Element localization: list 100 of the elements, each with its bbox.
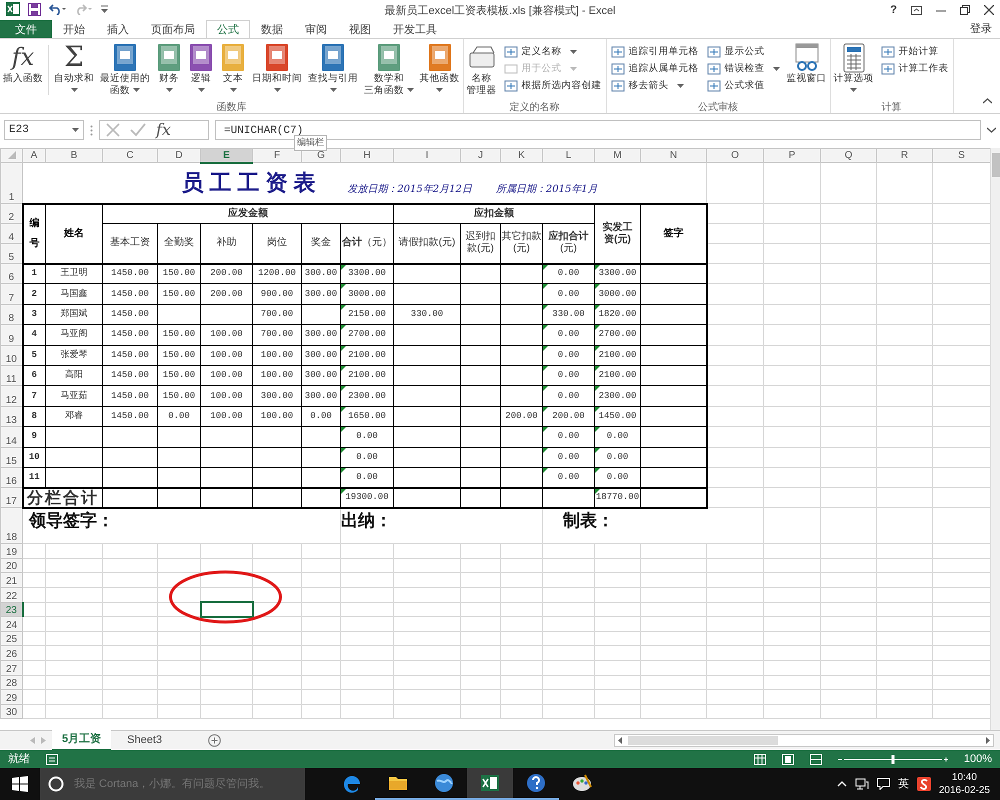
column-header[interactable]: L <box>542 148 594 162</box>
row-header[interactable]: 24 <box>0 616 22 632</box>
help-button[interactable]: ? <box>890 2 897 18</box>
collapse-ribbon-icon[interactable] <box>983 98 992 104</box>
help-icon[interactable] <box>525 772 547 794</box>
file-tab[interactable]: 文件 <box>0 20 52 38</box>
column-header[interactable]: E <box>200 148 252 162</box>
ribbon-button[interactable]: 定义名称 <box>502 43 604 60</box>
expand-caret-icon[interactable] <box>987 127 996 133</box>
zoom-level[interactable]: 100% <box>964 750 992 768</box>
row-header[interactable]: 18 <box>0 508 22 544</box>
ribbon-button[interactable]: Σ 自动求和 <box>53 41 95 99</box>
row-header[interactable]: 30 <box>0 704 22 719</box>
normal-view-icon[interactable] <box>754 754 766 764</box>
ribbon-button[interactable]: 错误检查 <box>704 60 782 77</box>
message-icon[interactable] <box>876 778 890 790</box>
column-header[interactable]: B <box>46 148 102 162</box>
ribbon-button[interactable]: 名称 管理器 <box>466 41 498 99</box>
row-header[interactable]: 9 <box>0 324 22 346</box>
ribbon-button[interactable]: fx 插入函数 <box>2 41 44 87</box>
row-header[interactable]: 13 <box>0 406 22 427</box>
column-header[interactable]: R <box>876 148 932 162</box>
ribbon-button[interactable]: 逻辑 <box>187 41 215 99</box>
row-header[interactable]: 11 <box>0 365 22 386</box>
active-cell[interactable] <box>200 602 252 617</box>
undo-icon[interactable] <box>49 3 67 15</box>
ribbon-tab[interactable]: 页面布局 <box>140 20 206 38</box>
row-header[interactable]: 20 <box>0 558 22 573</box>
column-header[interactable]: D <box>158 148 200 162</box>
row-header[interactable]: 17 <box>0 488 22 508</box>
ribbon-button[interactable]: 移去箭头 <box>608 77 701 94</box>
row-header[interactable]: 12 <box>0 386 22 406</box>
row-header[interactable]: 8 <box>0 304 22 325</box>
ribbon-tab[interactable]: 插入 <box>96 20 140 38</box>
sign-in-link[interactable]: 登录 <box>970 20 992 38</box>
ribbon-button[interactable]: 查找与引用 <box>307 41 359 99</box>
column-header[interactable]: O <box>706 148 764 162</box>
ribbon-tab[interactable]: 开始 <box>52 20 96 38</box>
check-icon[interactable] <box>130 123 146 137</box>
ribbon-button[interactable]: 其他函数 <box>418 41 461 99</box>
row-header[interactable]: 16 <box>0 467 22 488</box>
ribbon-button[interactable]: 最近使用的 函数 <box>99 41 151 99</box>
row-header[interactable]: 19 <box>0 544 22 558</box>
ribbon-button[interactable]: 显示公式 <box>704 43 782 60</box>
ribbon-button[interactable]: 开始计算 <box>878 43 951 60</box>
row-header[interactable]: 27 <box>0 660 22 676</box>
search-box[interactable]: 我是 Cortana，小娜。有问题尽管问我。 <box>40 768 305 800</box>
row-header[interactable]: 6 <box>0 264 22 284</box>
row-header[interactable]: 14 <box>0 426 22 448</box>
ribbon-button[interactable]: 根据所选内容创建 <box>502 77 604 94</box>
horizontal-scrollbar[interactable] <box>614 734 994 747</box>
add-sheet-icon[interactable] <box>208 734 221 747</box>
sheet-tab[interactable]: 5月工资 <box>52 730 112 751</box>
page-break-icon[interactable] <box>810 754 822 764</box>
restore-icon[interactable] <box>960 5 970 16</box>
ribbon-button[interactable]: 追踪从属单元格 <box>608 60 701 77</box>
save-icon[interactable] <box>28 2 41 16</box>
column-header[interactable]: S <box>932 148 990 162</box>
search-field[interactable]: 我是 Cortana，小娜。有问题尽管问我。 <box>72 774 305 794</box>
globe-icon[interactable] <box>433 772 455 794</box>
macro-record-icon[interactable] <box>46 754 58 764</box>
customize-caret-icon[interactable] <box>101 5 108 13</box>
ribbon-tab[interactable]: 公式 <box>206 20 250 38</box>
page-layout-icon[interactable] <box>782 754 794 764</box>
ribbon-button[interactable]: 文本 <box>219 41 247 99</box>
ribbon-tab[interactable]: 审阅 <box>294 20 338 38</box>
ribbon-button[interactable]: 计算工作表 <box>878 60 951 77</box>
paint-palette-icon[interactable] <box>571 772 593 794</box>
row-header[interactable]: 22 <box>0 588 22 602</box>
ribbon-button[interactable]: 计算选项 <box>832 41 875 99</box>
ribbon-display-icon[interactable] <box>911 6 922 15</box>
insert-function-button[interactable]: fx <box>156 118 171 142</box>
row-header[interactable]: 4 <box>0 224 22 244</box>
column-header[interactable]: J <box>460 148 500 162</box>
row-header[interactable]: 7 <box>0 284 22 304</box>
ribbon-tab[interactable]: 视图 <box>338 20 382 38</box>
column-header[interactable]: Q <box>820 148 876 162</box>
name-box[interactable]: E23 <box>4 120 84 140</box>
column-header[interactable]: K <box>500 148 542 162</box>
column-header[interactable]: H <box>340 148 394 162</box>
ribbon-button[interactable]: 财务 <box>155 41 183 99</box>
chevron-up-icon[interactable] <box>836 781 847 787</box>
close-icon[interactable] <box>984 5 994 16</box>
ribbon-tab[interactable]: 开发工具 <box>382 20 448 38</box>
clock-date[interactable]: 2016-02-25 <box>938 784 990 797</box>
clock-time[interactable]: 10:40 <box>938 771 990 784</box>
row-header[interactable]: 2 <box>0 204 22 224</box>
row-header[interactable]: 10 <box>0 345 22 366</box>
row-header[interactable]: 5 <box>0 244 22 264</box>
column-header[interactable]: M <box>594 148 640 162</box>
row-header[interactable]: 26 <box>0 646 22 661</box>
network-icon[interactable] <box>854 778 869 790</box>
row-header[interactable]: 23 <box>0 602 22 617</box>
column-header[interactable]: P <box>764 148 820 162</box>
ribbon-button[interactable]: 监视窗口 <box>786 41 828 87</box>
more-dots-icon[interactable] <box>90 124 93 136</box>
scrollbar-thumb[interactable] <box>992 153 1000 177</box>
row-header[interactable]: 29 <box>0 690 22 704</box>
ribbon-button[interactable]: 数学和 三角函数 <box>363 41 415 99</box>
column-header[interactable]: F <box>252 148 302 162</box>
